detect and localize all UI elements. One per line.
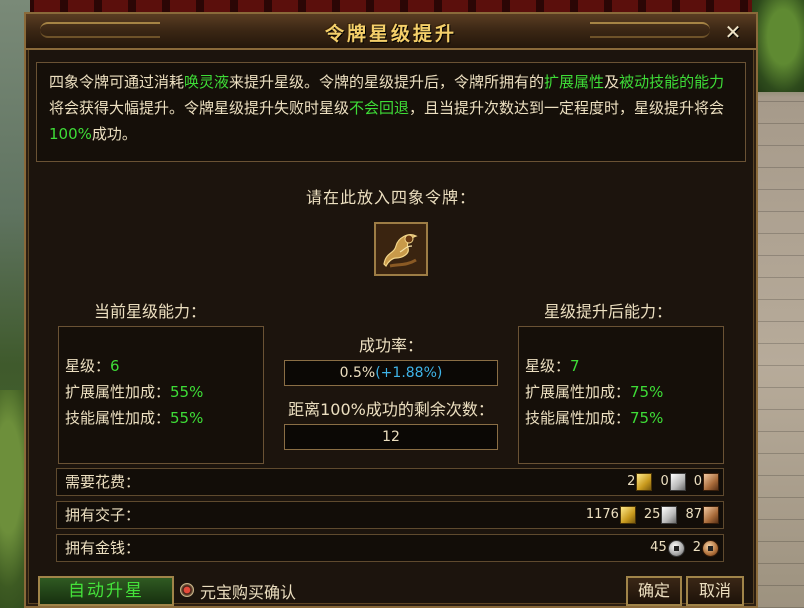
current-ability-box: 星级：6 扩展属性加成：55% 技能属性加成：55% — [58, 326, 264, 464]
gold-ingot-icon — [619, 506, 636, 524]
desc-highlight: 扩展属性 — [544, 73, 605, 91]
current-skill-row: 技能属性加成：55% — [65, 405, 257, 431]
notes-silver-value: 25 — [643, 507, 661, 522]
cost-values: 2 0 0 — [619, 469, 719, 495]
remaining-count-label: 距离100%成功的剩余次数： — [288, 400, 494, 419]
ext-label: 扩展属性加成： — [525, 383, 631, 401]
notes-copper-value: 87 — [685, 507, 702, 522]
cost-row: 需要花费： 2 0 0 — [56, 468, 724, 496]
silver-ingot-icon — [661, 506, 678, 524]
desc-highlight: 100% — [49, 125, 92, 143]
token-item-icon — [376, 224, 426, 274]
token-star-upgrade-dialog: 令牌星级提升 ✕ 四象令牌可通过消耗唤灵液来提升星级。令牌的星级提升后，令牌所拥… — [24, 12, 758, 608]
after-ext-row: 扩展属性加成：75% — [525, 379, 717, 405]
owned-money-row: 拥有金钱： 45 2 — [56, 534, 724, 562]
confirm-button[interactable]: 确定 — [626, 576, 682, 606]
skill-value: 75% — [630, 409, 664, 427]
dialog-title: 令牌星级提升 — [324, 23, 457, 45]
ingot-purchase-confirm-label: 元宝购买确认 — [200, 583, 297, 602]
cost-gold-value: 2 — [627, 474, 636, 489]
token-slot[interactable] — [374, 222, 428, 276]
after-star-row: 星级：7 — [525, 353, 717, 379]
cost-copper-value: 0 — [693, 474, 702, 489]
cost-silver-value: 0 — [660, 474, 669, 489]
desc-text: 四象令牌可通过消耗 — [49, 73, 185, 91]
success-rate-bonus: (+1.88%) — [375, 365, 443, 381]
skill-label: 技能属性加成： — [525, 409, 631, 427]
desc-text: 来提升星级。令牌的星级提升后，令牌所拥有的 — [229, 73, 545, 91]
copper-ingot-icon — [703, 473, 719, 491]
scene-tree-right — [752, 0, 804, 92]
star-label: 星级： — [65, 357, 111, 375]
desc-highlight: 被动技能的能力 — [619, 73, 725, 91]
slot-label: 请在此放入四象令牌： — [305, 188, 476, 207]
money-silver-value: 45 — [650, 540, 667, 555]
after-ability-box: 星级：7 扩展属性加成：75% 技能属性加成：75% — [518, 326, 724, 464]
owned-notes-row: 拥有交子： 1176 25 87 — [56, 501, 724, 529]
success-rate-box: 0.5%(+1.88%) — [284, 360, 498, 386]
desc-text: 及 — [604, 73, 620, 91]
silver-ingot-icon — [669, 473, 686, 491]
silver-coin-icon — [667, 539, 685, 557]
desc-highlight: 唤灵液 — [184, 73, 230, 91]
copper-coin-icon — [702, 539, 719, 557]
success-rate-value: 0.5% — [339, 365, 376, 381]
copper-ingot-icon — [703, 506, 719, 524]
success-rate-label: 成功率： — [358, 336, 423, 355]
desc-highlight: 不会回退 — [349, 99, 410, 117]
cancel-button[interactable]: 取消 — [686, 576, 744, 606]
desc-text: 成功。 — [91, 125, 137, 143]
current-star-row: 星级：6 — [65, 353, 257, 379]
owned-money-values: 45 2 — [642, 535, 719, 561]
desc-text: 将会获得大幅提升。令牌星级提升失败时星级 — [49, 99, 350, 117]
cost-label: 需要花费： — [65, 473, 141, 491]
money-copper-value: 2 — [692, 540, 701, 555]
after-ability-title: 星级提升后能力： — [544, 302, 673, 321]
after-skill-row: 技能属性加成：75% — [525, 405, 717, 431]
current-ext-row: 扩展属性加成：55% — [65, 379, 257, 405]
remaining-count-value: 12 — [284, 424, 498, 450]
star-value: 6 — [110, 357, 120, 375]
ext-value: 75% — [630, 383, 664, 401]
desc-text: ，且当提升次数达到一定程度时，星级提升将会 — [409, 99, 725, 117]
ext-label: 扩展属性加成： — [65, 383, 171, 401]
skill-label: 技能属性加成： — [65, 409, 171, 427]
star-label: 星级： — [525, 357, 571, 375]
owned-money-label: 拥有金钱： — [65, 539, 141, 557]
star-value: 7 — [570, 357, 580, 375]
gold-ingot-icon — [636, 473, 653, 491]
current-ability-title: 当前星级能力： — [94, 302, 207, 321]
description-box: 四象令牌可通过消耗唤灵液来提升星级。令牌的星级提升后，令牌所拥有的扩展属性及被动… — [36, 62, 746, 162]
bottom-bar: 自动升星 元宝购买确认 确定 取消 — [26, 574, 756, 608]
notes-gold-value: 1176 — [585, 507, 619, 522]
owned-notes-values: 1176 25 87 — [578, 502, 719, 528]
owned-notes-label: 拥有交子： — [65, 506, 141, 524]
dialog-titlebar[interactable]: 令牌星级提升 ✕ — [26, 14, 756, 50]
ingot-purchase-confirm-radio[interactable] — [180, 583, 194, 597]
auto-upgrade-button[interactable]: 自动升星 — [38, 576, 174, 606]
close-button[interactable]: ✕ — [722, 22, 744, 44]
ext-value: 55% — [170, 383, 204, 401]
skill-value: 55% — [170, 409, 204, 427]
